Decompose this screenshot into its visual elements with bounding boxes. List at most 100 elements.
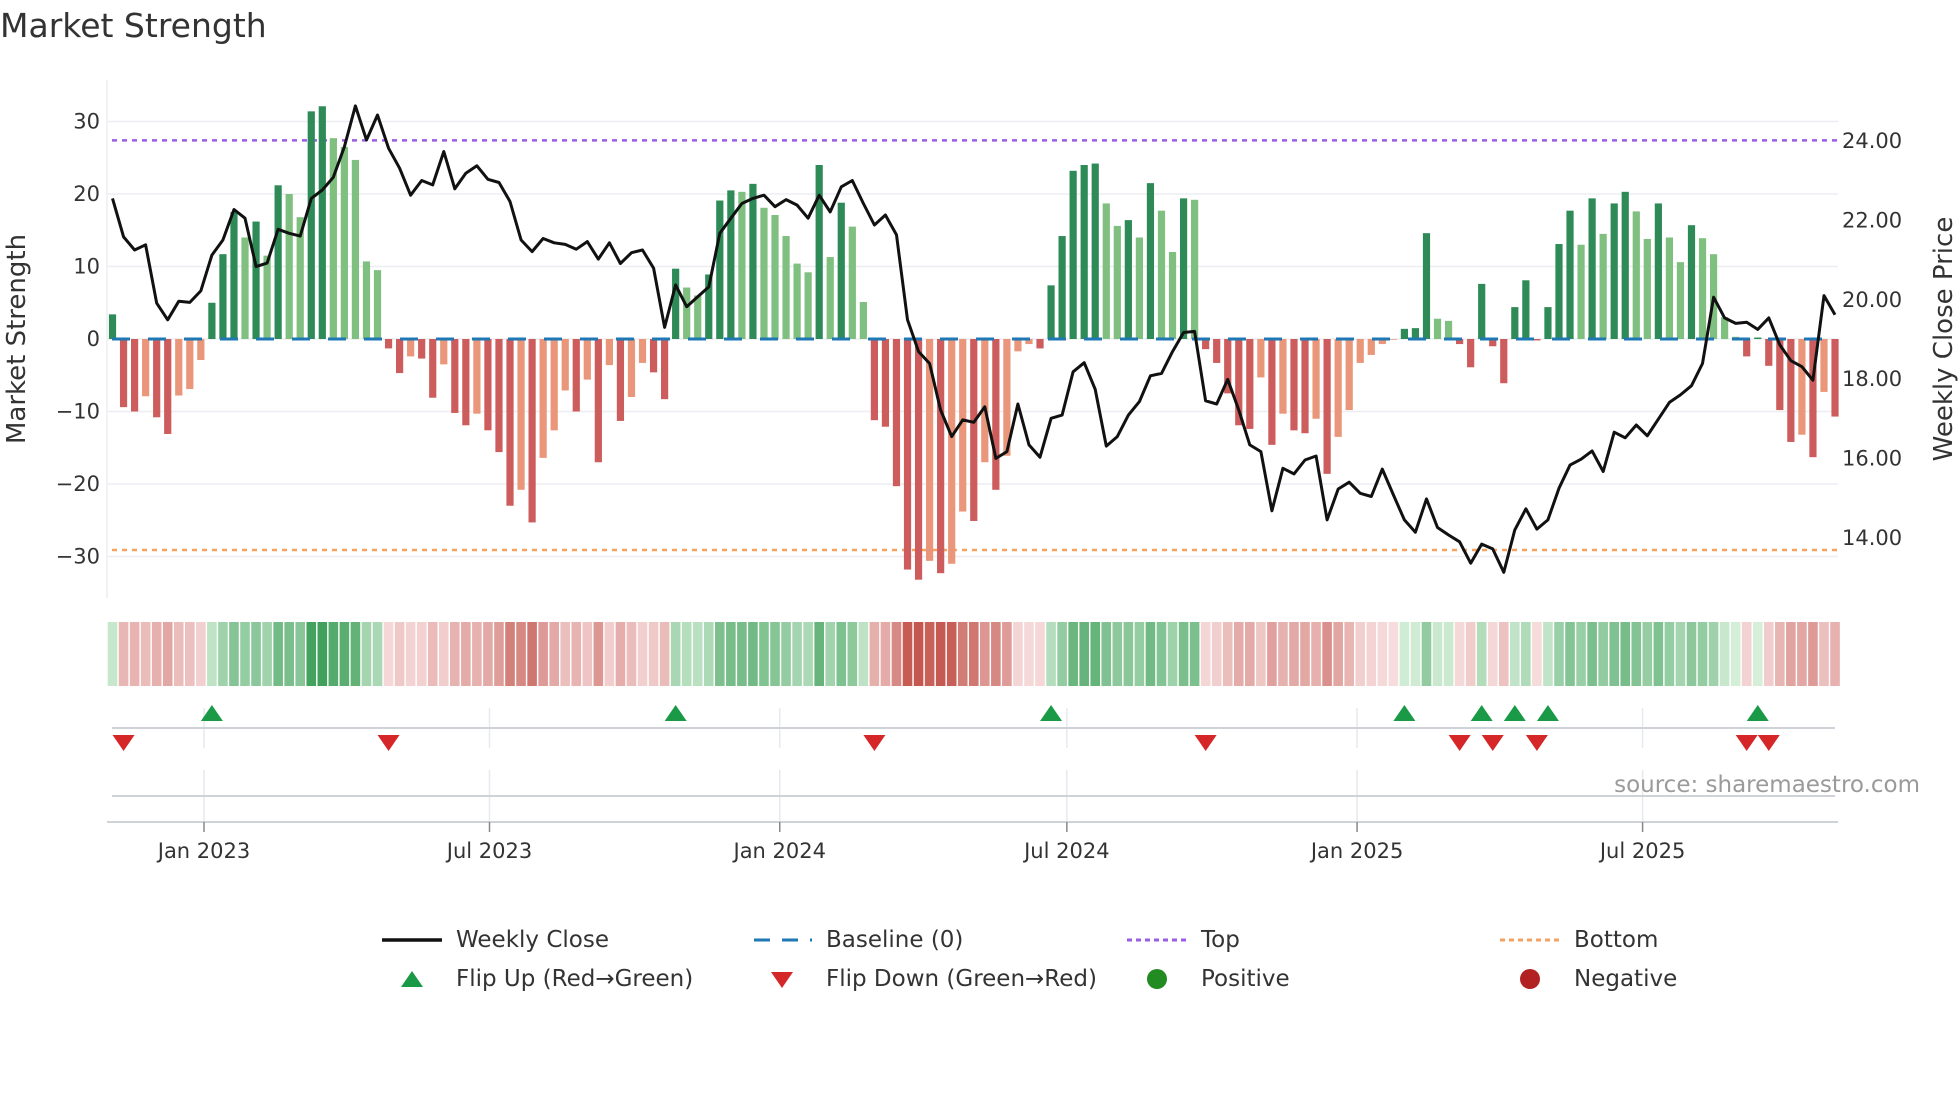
strip-cell <box>1510 622 1520 686</box>
strength-bar <box>848 226 856 339</box>
strength-bar <box>517 339 525 490</box>
strength-bar <box>1698 238 1707 339</box>
flip-up-marker <box>664 705 687 721</box>
strip-cell <box>129 622 140 686</box>
right-axis-ticks: 14.00 16.00 18.00 20.00 22.00 24.00 <box>1842 129 1902 550</box>
strength-bar <box>142 339 150 397</box>
strip-cell <box>251 622 261 686</box>
legend-item-triangle-up: Flip Up (Red→Green) <box>382 964 693 994</box>
strip-cell <box>1686 622 1697 686</box>
strength-bar <box>1334 339 1342 437</box>
strip-cell <box>670 622 681 686</box>
dot-green-icon <box>1127 964 1187 994</box>
strength-bar <box>1588 198 1596 339</box>
strip-cell <box>494 622 504 686</box>
dashed-line-icon <box>752 925 812 955</box>
strip-cell <box>173 622 184 686</box>
legend-label: Bottom <box>1574 927 1659 953</box>
strip-cell <box>1708 622 1719 686</box>
strip-cell <box>1476 622 1487 686</box>
strength-bar <box>1400 328 1409 339</box>
y2-tick-label: 24.00 <box>1842 129 1902 153</box>
source-label: source: sharemaestro.com <box>1614 772 1920 798</box>
strip-cell <box>792 622 802 686</box>
strip-cell <box>527 622 537 686</box>
legend-label: Flip Down (Green→Red) <box>826 966 1097 992</box>
strength-bar <box>1422 233 1431 339</box>
y2-axis-label: Weekly Close Price <box>1929 217 1959 462</box>
strip-cell <box>461 622 471 686</box>
legend-item-dotted-line-orange: Bottom <box>1500 925 1658 955</box>
strength-bar <box>948 339 956 564</box>
flip-up-marker <box>1470 705 1493 721</box>
flip-down-marker <box>377 735 400 751</box>
strength-bar <box>462 339 470 426</box>
strip-cell <box>770 622 780 686</box>
strip-cell <box>703 622 714 686</box>
strength-bar <box>1102 203 1110 339</box>
strength-bar <box>197 339 205 361</box>
strip-cell <box>681 622 692 686</box>
strength-bar <box>1743 339 1751 357</box>
strip-cell <box>902 622 913 686</box>
strength-bar <box>108 314 117 339</box>
strength-bar <box>870 339 878 421</box>
strength-bar <box>1124 220 1132 339</box>
strip-cell <box>295 622 306 686</box>
dotted-line-orange-icon <box>1500 925 1560 955</box>
strip-cell <box>1024 622 1034 686</box>
strip-cell <box>1576 622 1586 686</box>
strip-cell <box>781 622 791 686</box>
y-axis-label: Market Strength <box>2 234 32 444</box>
strength-bar <box>528 339 536 523</box>
strength-bar <box>1146 183 1155 339</box>
strip-cell <box>1598 622 1608 686</box>
legend-item-dotted-line-purple: Top <box>1127 925 1240 955</box>
strip-cell <box>957 622 968 686</box>
strip-cell <box>825 622 836 686</box>
strength-bar <box>1213 339 1221 363</box>
strip-cell <box>1366 622 1377 686</box>
strip-cell <box>1322 622 1332 686</box>
strip-cell <box>1808 622 1818 686</box>
strength-bar <box>892 339 901 487</box>
x-tick-label: Jul 2024 <box>1022 839 1109 863</box>
strength-bar <box>914 339 923 580</box>
strip-cell <box>1697 622 1708 686</box>
strip-cell <box>1167 622 1178 686</box>
legend-label: Positive <box>1201 966 1290 992</box>
strip-cell <box>1498 622 1509 686</box>
solid-line-icon <box>382 925 442 955</box>
legend-label: Top <box>1201 927 1240 953</box>
strip-cell <box>229 622 239 686</box>
strength-bar <box>1168 252 1177 339</box>
flip-down-marker <box>1525 735 1548 751</box>
strength-bar <box>1069 170 1077 339</box>
strength-bar <box>804 272 812 339</box>
strength-bar <box>208 302 216 339</box>
strength-bar <box>373 270 382 339</box>
strength-bar <box>716 200 724 339</box>
strip-cell <box>450 622 460 686</box>
x-tick-label: Jan 2025 <box>1309 839 1404 863</box>
strength-bar <box>1433 318 1442 339</box>
strength-bar <box>362 261 371 339</box>
strength-bar <box>1301 339 1309 434</box>
strength-bar <box>539 339 547 458</box>
strength-bar <box>263 255 271 339</box>
strength-bar <box>1312 339 1320 419</box>
strength-bar <box>1014 339 1022 352</box>
strip-cell <box>1256 622 1266 686</box>
x-tick-label: Jan 2023 <box>156 839 251 863</box>
strength-bar <box>1268 339 1276 445</box>
flip-up-marker <box>1536 705 1559 721</box>
strength-bar <box>252 221 260 339</box>
strength-bar <box>937 339 945 574</box>
strength-bar <box>130 339 139 412</box>
y2-tick-label: 14.00 <box>1842 526 1902 550</box>
strip-cell <box>1620 622 1631 686</box>
strength-bar <box>672 268 680 339</box>
strength-bar <box>661 339 669 400</box>
strength-bar <box>506 339 514 506</box>
strip-cell <box>1797 622 1807 686</box>
